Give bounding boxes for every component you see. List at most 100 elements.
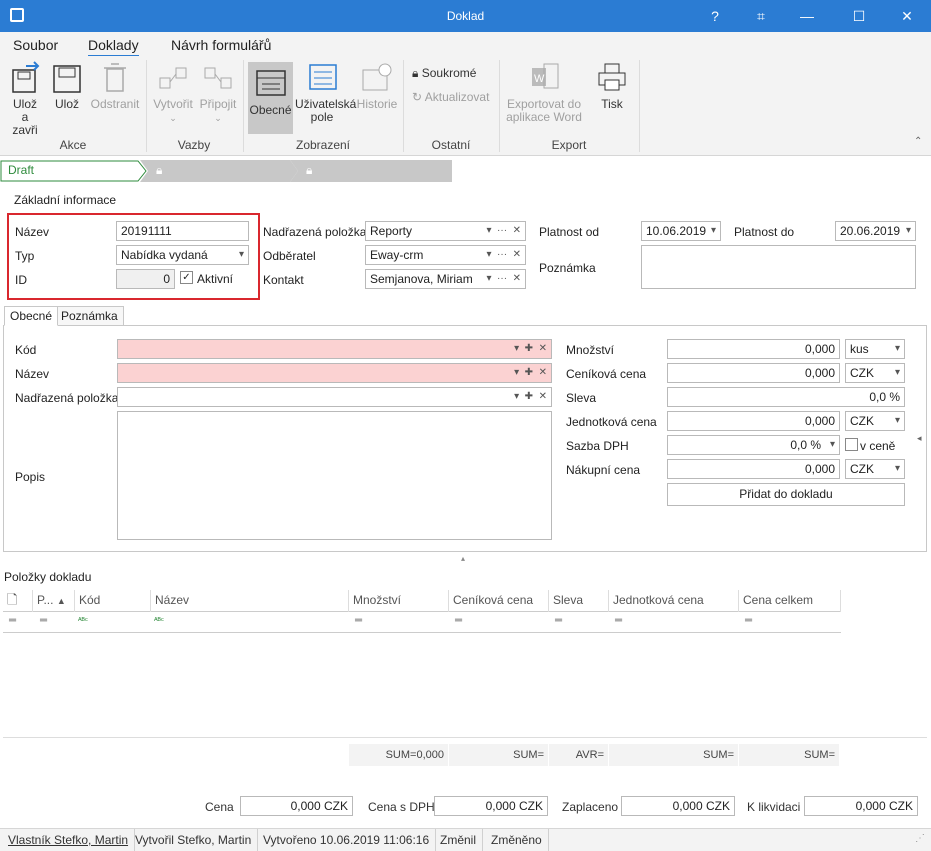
section-title: Základní informace (14, 193, 117, 207)
customer-select[interactable]: Eway-crm ▾ ··· ✕ (365, 245, 526, 265)
filter-equals-icon[interactable]: ═ (355, 615, 362, 626)
create-button[interactable]: Vytvořit ⌄ (150, 60, 196, 125)
discount-label: Sleva (566, 391, 597, 405)
name-input[interactable]: 20191111 (116, 221, 249, 241)
tab-doklady[interactable]: Doklady (88, 37, 139, 57)
filter-equals-icon[interactable]: ═ (555, 615, 562, 626)
minimize-button[interactable]: — (784, 0, 830, 32)
contact-label: Kontakt (263, 273, 304, 287)
unit-price-currency[interactable]: CZK ▾ (845, 411, 905, 431)
col-header-sleva[interactable]: Sleva (549, 590, 609, 612)
resize-grip-icon[interactable]: ⋰ (915, 833, 925, 844)
select-controls-icon[interactable]: ▾ ✚ ✕ (514, 340, 547, 358)
select-controls-icon[interactable]: ▾ ··· ✕ (486, 270, 521, 288)
history-button[interactable]: Historie (356, 60, 398, 111)
active-checkbox[interactable]: ✓ (180, 271, 193, 284)
filter-text-icon[interactable]: ᴬᴮᶜ (78, 616, 88, 625)
currency-value: CZK (850, 366, 874, 380)
print-button[interactable]: Tisk (594, 60, 630, 111)
add-to-document-button[interactable]: Přidat do dokladu (667, 483, 905, 506)
delete-label: Odstranit (90, 97, 140, 111)
dropdown-icon: ▾ (829, 439, 835, 450)
create-label: Vytvořit (153, 97, 193, 111)
col-header-mnozstvi[interactable]: Množství (349, 590, 449, 612)
private-button[interactable]: 🔒︎ Soukromé (412, 66, 476, 81)
splitter-icon[interactable]: ▴ (461, 554, 465, 563)
col-header-kod[interactable]: Kód (75, 590, 151, 612)
collapse-ribbon-icon[interactable]: ⌃ (914, 136, 922, 147)
word-icon: W (528, 60, 562, 94)
list-price-currency[interactable]: CZK ▾ (845, 363, 905, 383)
col-header-cenikova-cena[interactable]: Ceníková cena (449, 590, 549, 612)
price-vat-label: Cena s DPH (368, 800, 435, 814)
id-input[interactable]: 0 (116, 269, 175, 289)
side-arrow-icon[interactable]: ◂ (917, 433, 922, 444)
vat-included-checkbox[interactable] (845, 438, 858, 451)
list-price-input[interactable]: 0,000 (667, 363, 840, 383)
select-controls-icon[interactable]: ▾ ✚ ✕ (514, 364, 547, 382)
save-button[interactable]: Ulož (48, 60, 86, 111)
parent-select[interactable]: Reporty ▾ ··· ✕ (365, 221, 526, 241)
ribbon-divider (639, 60, 640, 152)
discount-input[interactable]: 0,0 % (667, 387, 905, 407)
attach-link-icon (201, 60, 235, 94)
filter-equals-icon[interactable]: ═ (40, 615, 47, 626)
valid-from-date[interactable]: 10.06.2019 ▾ (641, 221, 721, 241)
contact-select[interactable]: Semjanova, Miriam ▾ ··· ✕ (365, 269, 526, 289)
col-header-p[interactable]: P... ▲ (33, 590, 75, 612)
filter-row[interactable]: ═ ═ ᴬᴮᶜ ᴬᴮᶜ ═ ═ ═ ═ ═ (3, 612, 841, 633)
help-icon[interactable]: ? (692, 0, 738, 32)
select-controls-icon[interactable]: ▾ ··· ✕ (486, 222, 521, 240)
workflow-step-in-progress[interactable]: 🔒︎ Vyřizuje se (148, 160, 198, 219)
code-input[interactable]: ▾ ✚ ✕ (117, 339, 552, 359)
private-label: Soukromé (421, 66, 477, 80)
maximize-button[interactable]: ☐ (836, 0, 882, 32)
select-controls-icon[interactable]: ▾ ··· ✕ (486, 246, 521, 264)
paid-total: 0,000 CZK (621, 796, 735, 816)
user-fields-button[interactable]: Uživatelská pole (295, 60, 356, 124)
export-word-button[interactable]: W Exportovat do aplikace Word (504, 60, 586, 124)
qty-input[interactable]: 0,000 (667, 339, 840, 359)
qty-unit-select[interactable]: kus ▾ (845, 339, 905, 359)
delete-button[interactable]: Odstranit (88, 60, 142, 111)
filter-equals-icon[interactable]: ═ (615, 615, 622, 626)
col-header-jednotkova-cena[interactable]: Jednotková cena (609, 590, 739, 612)
general-view-button[interactable]: Obecné (248, 62, 293, 134)
fit-icon[interactable]: ⌗ (738, 0, 784, 32)
col-header-nazev[interactable]: Název (151, 590, 349, 612)
save-close-button[interactable]: Ulož a zavři (4, 60, 46, 137)
type-select[interactable]: Nabídka vydaná ▾ (116, 245, 249, 265)
item-name-input[interactable]: ▾ ✚ ✕ (117, 363, 552, 383)
note-textarea[interactable] (641, 245, 916, 289)
currency-value: CZK (850, 462, 874, 476)
footer-sum-qty: SUM=0,000 (349, 744, 449, 766)
new-doc-icon[interactable]: 🗋︎ (3, 590, 33, 612)
filter-text-icon[interactable]: ᴬᴮᶜ (154, 616, 164, 625)
workflow-step-draft[interactable]: Draft (0, 160, 34, 182)
attach-button[interactable]: Připojit ⌄ (198, 60, 238, 125)
col-header-cena-celkem[interactable]: Cena celkem (739, 590, 841, 612)
tab-soubor[interactable]: Soubor (13, 37, 58, 53)
unit-price-input[interactable]: 0,000 (667, 411, 840, 431)
currency-value: CZK (850, 414, 874, 428)
valid-to-date[interactable]: 20.06.2019 ▾ (835, 221, 916, 241)
owner-link[interactable]: Vlastník Stefko, Martin (2, 829, 136, 851)
filter-equals-icon[interactable]: ═ (9, 615, 16, 626)
workflow-step-done[interactable]: 🔒︎ Vyřízeno (298, 160, 353, 198)
tab-navrh-formularu[interactable]: Návrh formulářů (171, 37, 271, 53)
price-total: 0,000 CZK (240, 796, 353, 816)
lock-icon: 🔒︎ (306, 163, 313, 177)
purchase-price-input[interactable]: 0,000 (667, 459, 840, 479)
filter-equals-icon[interactable]: ═ (745, 615, 752, 626)
select-controls-icon[interactable]: ▾ ✚ ✕ (514, 388, 547, 406)
vat-select[interactable]: 0,0 % ▾ (667, 435, 840, 455)
update-button[interactable]: ↻ Aktualizovat (412, 90, 489, 104)
tab-obecne[interactable]: Obecné (4, 306, 59, 326)
filter-equals-icon[interactable]: ═ (455, 615, 462, 626)
tab-poznamka[interactable]: Poznámka (55, 306, 124, 326)
created-date-text: Vytvořeno 10.06.2019 11:06:16 (257, 829, 437, 851)
close-button[interactable]: ✕ (884, 0, 930, 32)
description-textarea[interactable] (117, 411, 552, 540)
item-parent-input[interactable]: ▾ ✚ ✕ (117, 387, 552, 407)
purchase-currency[interactable]: CZK ▾ (845, 459, 905, 479)
